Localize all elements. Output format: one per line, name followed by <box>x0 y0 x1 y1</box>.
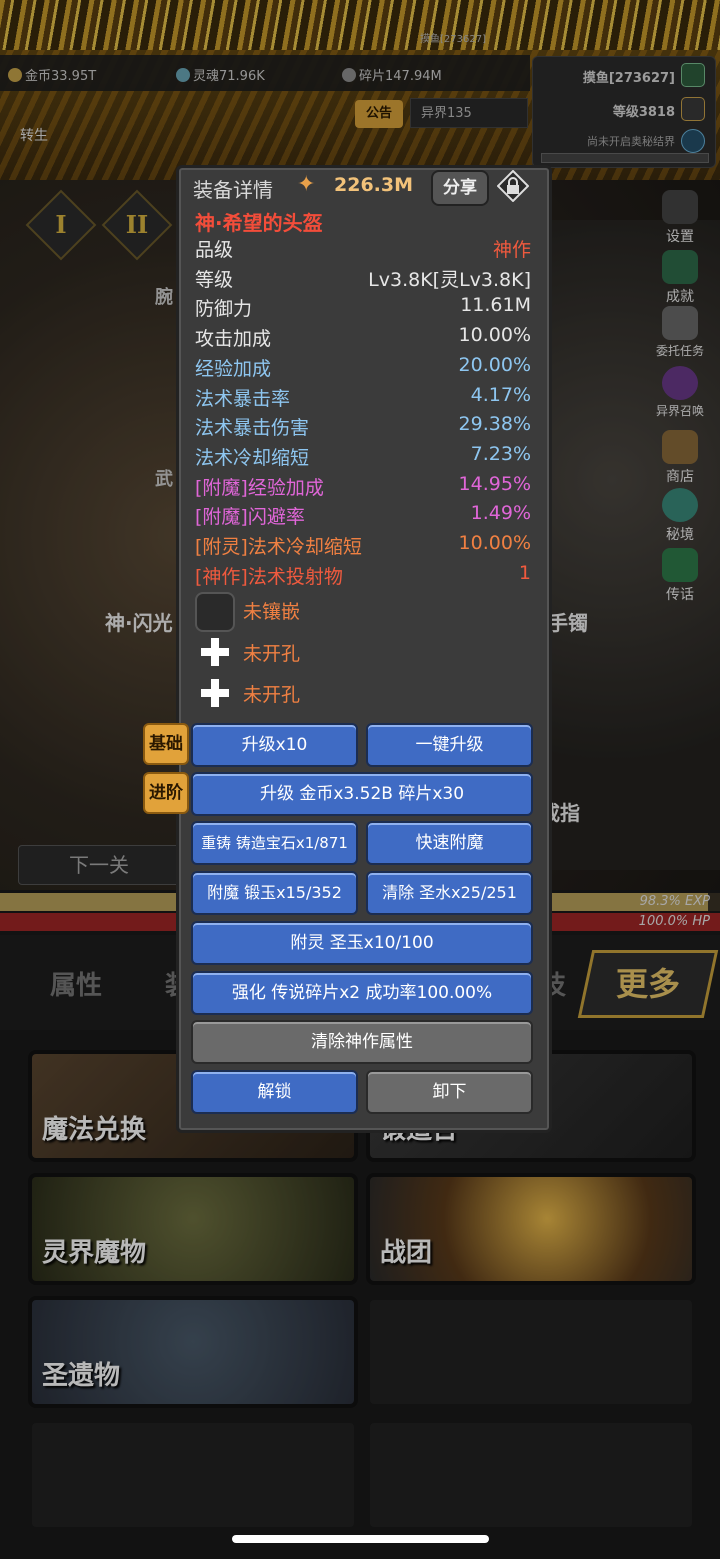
stat-value: 20.00% <box>458 353 531 376</box>
stat-value: 1.49% <box>470 502 531 525</box>
equipment-detail-dialog: 装备详情 ✦ 226.3M 分享 神·希望的头盔 品级 神作等级 Lv3.8K[灵L… <box>143 165 552 1133</box>
stat-row: [神作]法术投射物 1 <box>195 562 531 590</box>
stat-row: [附灵]法术冷却缩短 10.00% <box>195 532 531 560</box>
socket-label: 未镶嵌 <box>243 601 301 623</box>
stat-value: 11.61M <box>460 294 531 317</box>
stat-row: 防御力 11.61M <box>195 294 531 322</box>
stat-name: [神作]法术投射物 <box>195 565 343 588</box>
recast-button[interactable]: 重铸 铸造宝石x1/871 <box>191 821 358 865</box>
stat-name: 防御力 <box>195 298 253 321</box>
home-indicator[interactable] <box>232 1535 489 1543</box>
dialog-title: 装备详情 <box>193 178 273 202</box>
upgrade-cost-button[interactable]: 升级 金币x3.52B 碎片x30 <box>191 772 533 816</box>
stat-row: 法术暴击伤害 29.38% <box>195 413 531 441</box>
power-arm-icon: ✦ <box>297 172 316 197</box>
power-value: 226.3M <box>334 174 414 196</box>
stat-row: 经验加成 20.00% <box>195 354 531 382</box>
spirit-attach-button[interactable]: 附灵 圣玉x10/100 <box>191 921 533 965</box>
stat-value: 1 <box>518 561 531 584</box>
stat-name: 法术冷却缩短 <box>195 446 310 469</box>
stat-name: 法术暴击率 <box>195 387 291 410</box>
socket-label: 未开孔 <box>243 684 301 706</box>
stat-name: [附灵]法术冷却缩短 <box>195 536 362 558</box>
basic-tag[interactable]: 基础 <box>143 723 189 765</box>
strengthen-button[interactable]: 强化 传说碎片x2 成功率100.00% <box>191 971 533 1015</box>
stat-row: 法术暴击率 4.17% <box>195 384 531 412</box>
upgrade-x10-button[interactable]: 升级x10 <box>191 723 358 767</box>
one-click-upgrade-button[interactable]: 一键升级 <box>366 723 533 767</box>
stat-name: 攻击加成 <box>195 328 272 351</box>
plus-icon <box>197 675 233 711</box>
stat-value: 10.00% <box>458 532 531 554</box>
stat-name: [附魔]闪避率 <box>195 506 305 529</box>
empty-gem-slot-icon <box>195 592 235 632</box>
advanced-tag[interactable]: 进阶 <box>143 772 189 814</box>
socket-slot[interactable]: 未镶嵌 <box>195 592 531 632</box>
unlock-button[interactable]: 解锁 <box>191 1070 358 1114</box>
stat-value: 10.00% <box>458 324 531 347</box>
socket-slot[interactable]: 未开孔 <box>195 675 531 713</box>
stat-value: 14.95% <box>458 472 531 495</box>
stat-row: 法术冷却缩短 7.23% <box>195 443 531 471</box>
stat-row: 攻击加成 10.00% <box>195 324 531 352</box>
stat-value: 4.17% <box>470 383 531 406</box>
stat-name: 品级 <box>195 239 234 261</box>
stat-row: [附魔]经验加成 14.95% <box>195 473 531 501</box>
clear-divine-attribute-button[interactable]: 清除神作属性 <box>191 1020 533 1064</box>
quick-enchant-button[interactable]: 快速附魔 <box>366 821 533 865</box>
stat-row: 品级 神作 <box>195 235 531 263</box>
socket-label: 未开孔 <box>243 643 301 665</box>
stat-value: 7.23% <box>470 442 531 465</box>
plus-icon <box>197 634 233 670</box>
stat-name: [附魔]经验加成 <box>195 476 324 499</box>
clear-enchant-button[interactable]: 清除 圣水x25/251 <box>366 871 533 915</box>
stat-name: 经验加成 <box>195 357 272 380</box>
stat-name: 等级 <box>195 268 234 291</box>
lock-icon[interactable] <box>497 170 529 202</box>
enchant-button[interactable]: 附魔 锻玉x15/352 <box>191 871 358 915</box>
item-name: 神·希望的头盔 <box>195 211 323 235</box>
stat-name: 法术暴击伤害 <box>195 417 310 440</box>
stat-value: 29.38% <box>458 413 531 436</box>
stat-value: Lv3.8K[灵Lv3.8K] <box>368 268 531 291</box>
stat-value: 神作 <box>492 239 531 261</box>
stat-row: 等级 Lv3.8K[灵Lv3.8K] <box>195 265 531 293</box>
unequip-button[interactable]: 卸下 <box>366 1070 533 1114</box>
socket-slot[interactable]: 未开孔 <box>195 634 531 672</box>
share-button[interactable]: 分享 <box>431 170 489 206</box>
stat-row: [附魔]闪避率 1.49% <box>195 502 531 530</box>
